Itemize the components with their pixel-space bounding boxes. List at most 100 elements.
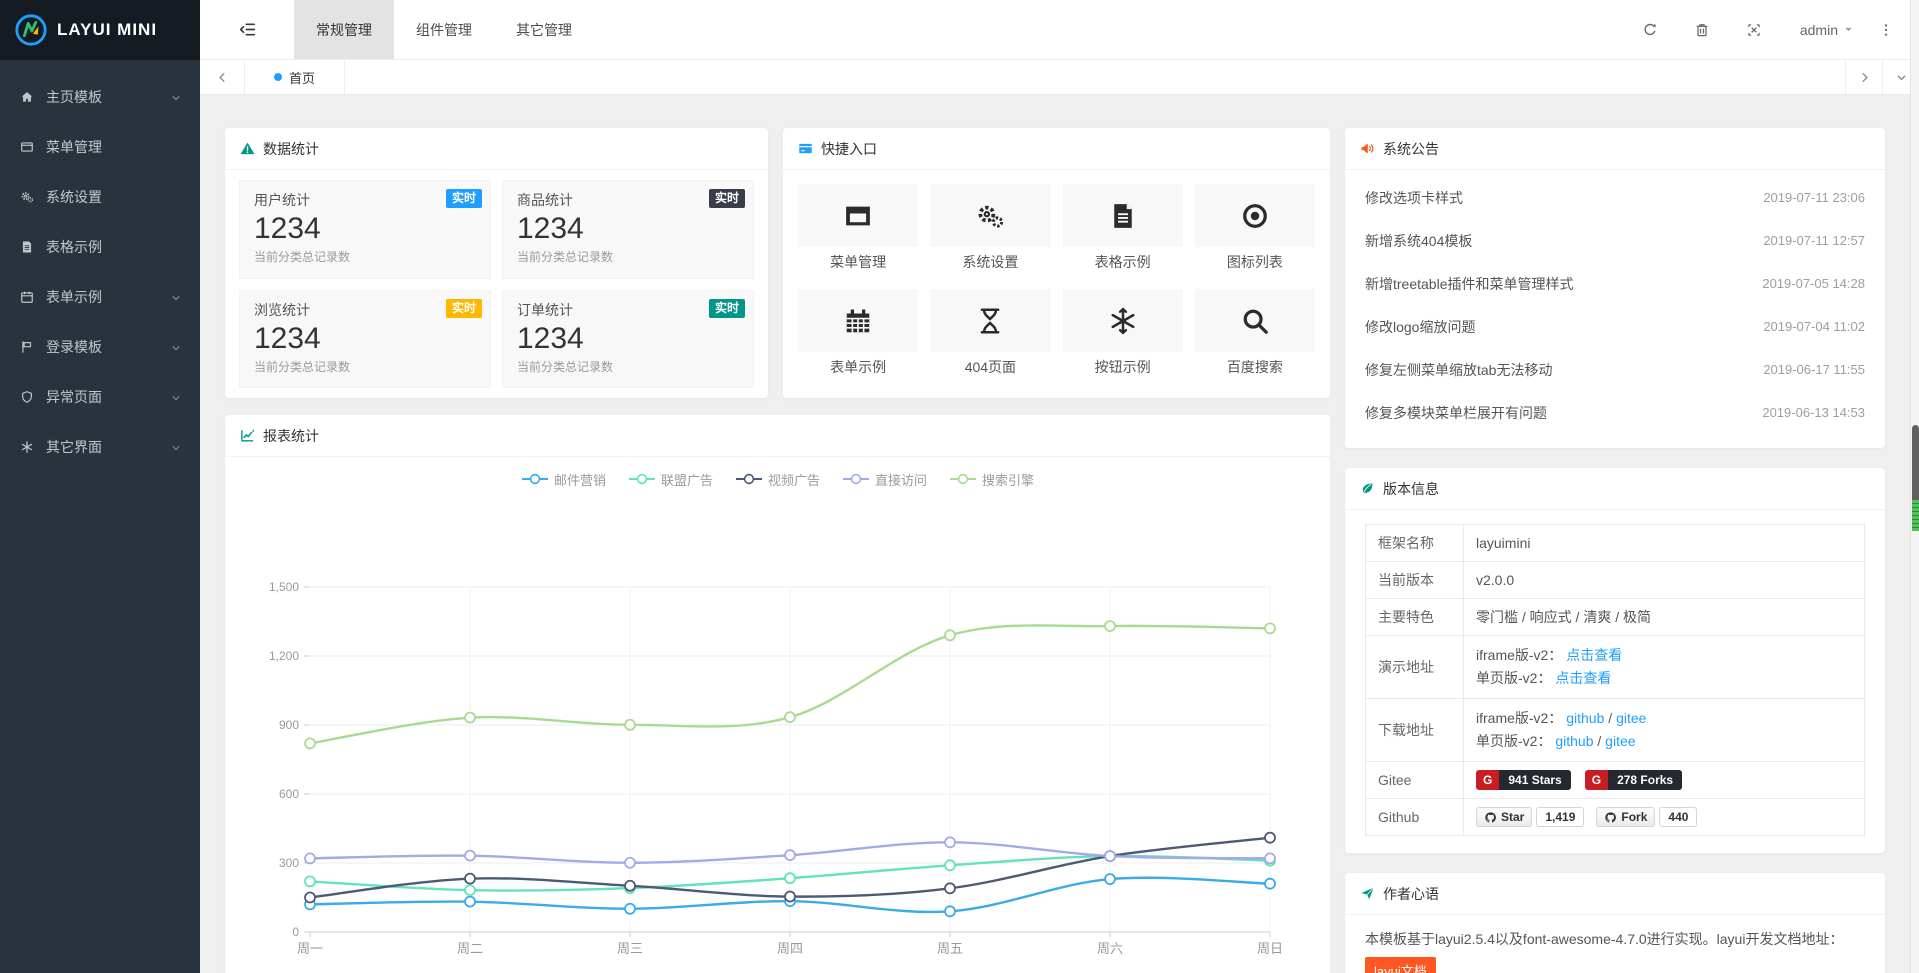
report-chart: 03006009001,2001,500周一周二周三周四周五周六周日 bbox=[225, 489, 1330, 973]
scrollbar-thumb[interactable] bbox=[1912, 425, 1919, 500]
tab-home-label: 首页 bbox=[289, 68, 315, 87]
legend-item-邮件营销[interactable]: 邮件营销 bbox=[521, 470, 606, 489]
sidebar-item-table-example[interactable]: 表格示例 bbox=[0, 222, 200, 272]
sidebar-item-home-template[interactable]: 主页模板 bbox=[0, 72, 200, 122]
menu-fold-icon bbox=[238, 20, 257, 39]
sidebar-item-error-page[interactable]: 异常页面 bbox=[0, 372, 200, 422]
sidebar-item-menu-manage[interactable]: 菜单管理 bbox=[0, 122, 200, 172]
fullscreen-button[interactable] bbox=[1728, 22, 1780, 38]
quick-entry-system-setting[interactable]: 系统设置 bbox=[930, 184, 1050, 275]
version-row: 演示地址iframe版-v2： 点击查看单页版-v2： 点击查看 bbox=[1366, 636, 1865, 699]
quick-entry-table-example[interactable]: 表格示例 bbox=[1063, 184, 1183, 275]
chevron-down-icon bbox=[170, 391, 182, 403]
nav-tab-zujian[interactable]: 组件管理 bbox=[394, 0, 494, 59]
refresh-button[interactable] bbox=[1624, 22, 1676, 38]
svg-text:周日: 周日 bbox=[1257, 941, 1283, 956]
tab-scroll-left-button[interactable] bbox=[200, 60, 245, 94]
file-icon bbox=[20, 240, 42, 254]
svg-text:周三: 周三 bbox=[617, 941, 643, 956]
card-report-statistics: 报表统计 邮件营销 联盟广告 视频广告 直接访问 搜索引擎 0300600900… bbox=[225, 415, 1330, 973]
version-row: 当前版本v2.0.0 bbox=[1366, 562, 1865, 599]
quick-entry-icon-list[interactable]: 图标列表 bbox=[1195, 184, 1315, 275]
link-github[interactable]: github bbox=[1566, 710, 1604, 726]
link-点击查看[interactable]: 点击查看 bbox=[1566, 647, 1622, 663]
github-star-badge[interactable]: Star1,419 bbox=[1476, 807, 1584, 827]
sidebar-item-other-ui[interactable]: 其它界面 bbox=[0, 422, 200, 472]
chevron-down-icon bbox=[170, 291, 182, 303]
trash-icon bbox=[1694, 22, 1710, 38]
card-title: 数据统计 bbox=[263, 128, 319, 170]
legend-item-联盟广告[interactable]: 联盟广告 bbox=[628, 470, 713, 489]
svg-text:周五: 周五 bbox=[937, 941, 963, 956]
hourglass-icon bbox=[975, 306, 1005, 336]
sidebar-item-system-setting[interactable]: 系统设置 bbox=[0, 172, 200, 222]
announcement-item[interactable]: 修改logo缩放问题 2019-07-04 11:02 bbox=[1365, 305, 1865, 348]
quick-entry-menu-manage[interactable]: 菜单管理 bbox=[798, 184, 918, 275]
gitee-badge[interactable]: G278 Forks bbox=[1585, 770, 1682, 790]
logo[interactable]: LAYUI MINI bbox=[0, 0, 200, 60]
legend-item-直接访问[interactable]: 直接访问 bbox=[842, 470, 927, 489]
clear-cache-button[interactable] bbox=[1676, 22, 1728, 38]
calendar-solid-icon bbox=[843, 306, 873, 336]
announcement-item[interactable]: 新增treetable插件和菜单管理样式 2019-07-05 14:28 bbox=[1365, 262, 1865, 305]
expand-icon bbox=[1746, 22, 1762, 38]
header: 常规管理 组件管理 其它管理 bbox=[200, 0, 1919, 60]
link-gitee[interactable]: gitee bbox=[1616, 710, 1646, 726]
announcement-item[interactable]: 修复多模块菜单栏展开有问题 2019-06-13 14:53 bbox=[1365, 391, 1865, 434]
asterisk-icon bbox=[20, 440, 42, 454]
link-gitee[interactable]: gitee bbox=[1605, 733, 1635, 749]
chevron-down-icon bbox=[170, 341, 182, 353]
brand-logo-icon bbox=[14, 13, 48, 47]
realtime-badge: 实时 bbox=[446, 299, 482, 318]
snowflake-icon bbox=[1108, 306, 1138, 336]
card-system-announcements: 系统公告 修改选项卡样式 2019-07-11 23:06 新增系统404模板 … bbox=[1345, 128, 1885, 448]
refresh-icon bbox=[1642, 22, 1658, 38]
stat-value: 1234 bbox=[517, 320, 739, 358]
nav-tab-changgui[interactable]: 常规管理 bbox=[294, 0, 394, 59]
tab-home[interactable]: 首页 bbox=[245, 60, 345, 94]
github-fork-badge[interactable]: Fork440 bbox=[1596, 807, 1697, 827]
quick-entry-button-example[interactable]: 按钮示例 bbox=[1063, 289, 1183, 380]
user-menu[interactable]: admin bbox=[1800, 22, 1857, 38]
layui-doc-badge[interactable]: layui文档 bbox=[1365, 957, 1436, 973]
octocat-icon bbox=[1604, 811, 1617, 824]
window-icon bbox=[20, 140, 42, 154]
quick-entry-form-example[interactable]: 表单示例 bbox=[798, 289, 918, 380]
warning-triangle-icon bbox=[240, 141, 255, 156]
more-menu-button[interactable] bbox=[1871, 22, 1901, 38]
realtime-badge: 实时 bbox=[709, 299, 745, 318]
card-title: 作者心语 bbox=[1383, 873, 1439, 915]
line-chart-icon bbox=[240, 428, 255, 443]
card-data-statistics: 数据统计 用户统计 1234 当前分类总记录数 实时 商品统计 1234 当前分… bbox=[225, 128, 768, 398]
card-title: 系统公告 bbox=[1383, 128, 1439, 170]
link-github[interactable]: github bbox=[1555, 733, 1593, 749]
gitee-badge[interactable]: G941 Stars bbox=[1476, 770, 1571, 790]
page-tabbar: 首页 bbox=[200, 60, 1919, 95]
legend-item-搜索引擎[interactable]: 搜索引擎 bbox=[949, 470, 1034, 489]
gitee-icon: G bbox=[1476, 770, 1499, 790]
realtime-badge: 实时 bbox=[446, 189, 482, 208]
svg-text:0: 0 bbox=[292, 925, 299, 939]
chevron-right-icon bbox=[1858, 71, 1871, 84]
nav-tab-qita[interactable]: 其它管理 bbox=[494, 0, 594, 59]
quick-entry-page-404[interactable]: 404页面 bbox=[930, 289, 1050, 380]
home-icon bbox=[20, 90, 42, 104]
sidebar-item-form-example[interactable]: 表单示例 bbox=[0, 272, 200, 322]
active-tab-dot bbox=[274, 73, 282, 81]
version-row: GiteeG941 StarsG278 Forks bbox=[1366, 762, 1865, 799]
sidebar-toggle-button[interactable] bbox=[200, 0, 294, 59]
tab-scroll-right-button[interactable] bbox=[1845, 60, 1882, 94]
chevron-down-icon bbox=[170, 441, 182, 453]
quick-entry-baidu-search[interactable]: 百度搜索 bbox=[1195, 289, 1315, 380]
announcement-item[interactable]: 新增系统404模板 2019-07-11 12:57 bbox=[1365, 219, 1865, 262]
version-table: 框架名称layuimini当前版本v2.0.0主要特色零门槛 / 响应式 / 清… bbox=[1365, 524, 1865, 836]
user-name: admin bbox=[1800, 22, 1838, 38]
link-点击查看[interactable]: 点击查看 bbox=[1555, 670, 1611, 686]
announcement-item[interactable]: 修改选项卡样式 2019-07-11 23:06 bbox=[1365, 176, 1865, 219]
sidebar-item-login-template[interactable]: 登录模板 bbox=[0, 322, 200, 372]
card-quick-entry: 快捷入口 菜单管理 系统设置 表格示例 图标列表 表单示例 404页面 按钮示例… bbox=[783, 128, 1330, 398]
chevron-down-icon bbox=[170, 91, 182, 103]
legend-item-视频广告[interactable]: 视频广告 bbox=[735, 470, 820, 489]
window-scrollbar[interactable] bbox=[1910, 0, 1919, 973]
announcement-item[interactable]: 修复左侧菜单缩放tab无法移动 2019-06-17 11:55 bbox=[1365, 348, 1865, 391]
